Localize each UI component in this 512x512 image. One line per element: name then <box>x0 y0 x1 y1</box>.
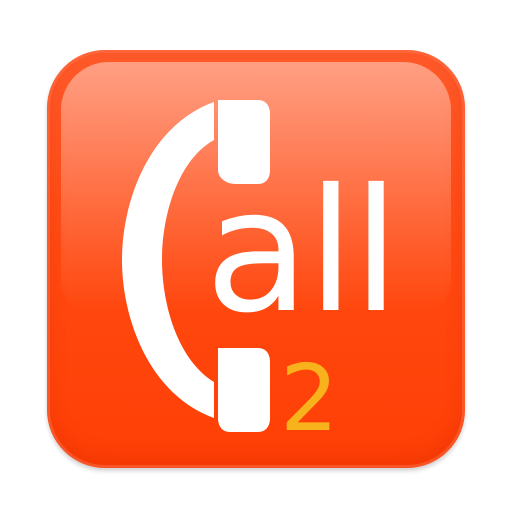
call2-logo: all 2 <box>122 100 400 452</box>
number-text: 2 <box>280 345 339 452</box>
icon-canvas: all 2 <box>0 0 512 512</box>
wordmark-text: all <box>205 153 398 351</box>
